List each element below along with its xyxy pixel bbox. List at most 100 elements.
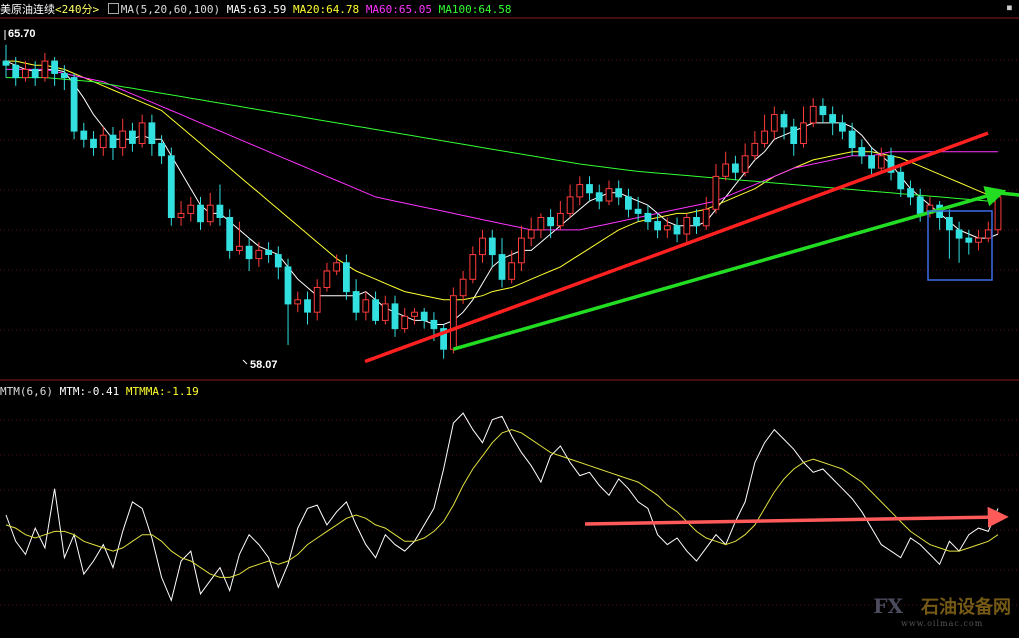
candle-body-down [615, 188, 623, 198]
grid-lines [0, 17, 1019, 606]
candle [518, 225, 525, 272]
candle [790, 118, 798, 156]
candle-body-up [800, 122, 807, 145]
candle [411, 308, 418, 325]
candle-body-down [80, 130, 88, 140]
ma100-value: MA100:64.58 [438, 3, 512, 16]
candle [498, 238, 506, 288]
ma-settings-icon[interactable] [107, 3, 119, 14]
watermark-url: www.oilmac.com [900, 619, 984, 628]
candle-body-down [420, 311, 428, 321]
candle-body-down [955, 229, 963, 239]
candle-body-up [479, 237, 486, 256]
ma60-value: MA60:65.05 [365, 3, 433, 16]
candle [897, 164, 905, 197]
candle [975, 229, 982, 251]
candle-body-up [22, 68, 29, 79]
candle [732, 155, 739, 181]
candle-body-down [693, 217, 700, 227]
candle [994, 188, 1002, 234]
candle-body-up [527, 229, 535, 239]
candle-body-up [751, 142, 759, 157]
candle-body-up [984, 229, 992, 239]
candle-body-down [547, 217, 555, 227]
mtmma-value: MTMMA:-1.19 [125, 385, 199, 398]
candle [372, 291, 380, 325]
candle [547, 209, 555, 239]
candle-body-down [634, 208, 642, 214]
candle [605, 180, 613, 206]
candle [313, 279, 321, 321]
market-chart[interactable]: 65.70 58.07 [0, 0, 1019, 638]
candle-body-up [975, 237, 982, 243]
mtm-indicator-panel[interactable] [5, 412, 1009, 602]
candle-body-down [644, 212, 652, 223]
candle-body-up [381, 303, 389, 321]
watermark-logo: FX [873, 594, 903, 618]
candle-body-down [732, 163, 739, 173]
candle [362, 291, 370, 321]
candle-body-up [508, 262, 516, 280]
candle [70, 73, 78, 140]
candle-body-down [595, 192, 603, 202]
candle [809, 98, 817, 127]
candle [537, 213, 545, 239]
candle-body-down [780, 114, 788, 128]
candle-body-down [245, 245, 253, 260]
candle [858, 139, 866, 165]
candle-body-up [459, 278, 467, 297]
candle-body-down [197, 204, 204, 223]
close-icon[interactable]: ▪ [1006, 0, 1013, 14]
candle-body-down [829, 114, 837, 124]
candle [946, 209, 953, 259]
candle-body-down [498, 254, 506, 280]
candle [693, 209, 700, 234]
candle [109, 126, 117, 160]
high-price-label: 65.70 [8, 28, 36, 40]
candle [391, 295, 399, 337]
candle-body-down [868, 155, 876, 169]
candle-body-up [411, 311, 418, 317]
candle [586, 176, 593, 202]
candle-body-down [2, 60, 10, 66]
candle [148, 114, 156, 156]
candle-body-down [673, 225, 681, 235]
candle-body-up [294, 299, 302, 305]
candle-body-up [576, 184, 584, 198]
candle-body-down [839, 122, 846, 132]
candle [527, 217, 535, 247]
candle-body-down [819, 105, 827, 116]
candle-body-up [722, 163, 730, 177]
candle-body-up [177, 212, 185, 218]
period-label[interactable]: <240分> [55, 3, 99, 16]
candle-body-down [167, 155, 175, 219]
ma-params[interactable]: MA(5,20,60,100) [121, 3, 220, 16]
candle [673, 217, 681, 243]
candle-body-up [333, 262, 341, 272]
candle [420, 308, 428, 329]
candle [304, 291, 311, 325]
candle-body-up [877, 155, 885, 169]
candle [245, 238, 253, 272]
candle-body-up [255, 249, 263, 260]
candle [751, 131, 759, 160]
support-trendline [364, 131, 989, 364]
candle [780, 110, 788, 140]
candle-body-up [761, 130, 769, 144]
candle-body-down [488, 237, 496, 256]
candle-body-up [362, 299, 370, 313]
candle-body-up [994, 196, 1002, 231]
indicator-name[interactable]: MTM(6,6) [0, 385, 53, 398]
candle [119, 118, 127, 156]
candle-body-down [158, 142, 165, 157]
candle-body-down [226, 217, 234, 251]
candle-body-up [206, 204, 214, 223]
candle [761, 114, 769, 148]
symbol-title[interactable]: 美原油连续 [0, 3, 55, 16]
indicator-header: MTM(6,6) MTM:-0.41 MTMMA:-1.19 [0, 385, 199, 398]
candle [712, 164, 720, 214]
candle [450, 287, 457, 354]
candle [625, 188, 632, 218]
candle-body-up [518, 237, 525, 264]
candle-body-down [848, 130, 856, 149]
